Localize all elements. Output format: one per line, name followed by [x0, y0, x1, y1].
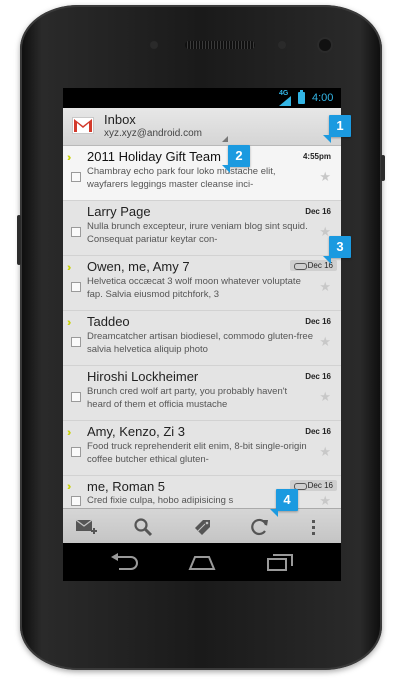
message-date: Dec 16 [305, 317, 331, 326]
message-list: ›› 2011 Holiday Gift Team 4:55pm Chambra… [63, 146, 341, 508]
star-icon[interactable]: ★ [319, 493, 331, 509]
star-icon[interactable]: ★ [319, 169, 331, 185]
message-sender: Owen, me, Amy 7 [87, 259, 190, 274]
account-email[interactable]: xyz.xyz@android.com [104, 128, 202, 139]
star-icon[interactable]: ★ [319, 334, 331, 350]
message-sender: 2011 Holiday Gift Team [87, 149, 221, 164]
battery-icon [298, 90, 305, 104]
message-row[interactable]: ›› me, Roman 5 Dec 16 Cred fixie culpa, … [63, 476, 341, 508]
message-row[interactable]: ›› 2011 Holiday Gift Team 4:55pm Chambra… [63, 146, 341, 201]
home-icon[interactable] [187, 553, 217, 571]
message-row[interactable]: Larry Page Dec 16 Nulla brunch excepteur… [63, 201, 341, 256]
callout-badge: 4 [270, 489, 298, 517]
important-marker-icon: ›› [67, 481, 72, 493]
status-time: 4:00 [312, 92, 334, 104]
select-checkbox[interactable] [71, 227, 81, 237]
message-snippet: Food truck reprehenderit elit enim, 8-bi… [87, 441, 307, 465]
message-sender: Amy, Kenzo, Zi 3 [87, 424, 186, 439]
overflow-menu-icon[interactable] [311, 517, 319, 537]
message-row[interactable]: ›› Owen, me, Amy 7 Dec 16 Helvetica occæ… [63, 256, 341, 311]
page-title[interactable]: Inbox [104, 112, 136, 127]
important-marker-icon: ›› [67, 427, 72, 439]
recent-apps-icon[interactable] [265, 553, 295, 571]
labels-icon[interactable] [192, 517, 214, 537]
callout-badge: 1 [323, 115, 351, 143]
star-icon[interactable]: ★ [319, 279, 331, 295]
message-sender: Larry Page [87, 204, 151, 219]
volume-button [17, 215, 21, 265]
action-bar: Inbox xyz.xyz@android.com [63, 108, 341, 146]
account-dropdown-icon[interactable] [222, 136, 228, 142]
proximity-sensor [150, 41, 158, 49]
message-date: Dec 16 [307, 481, 333, 490]
message-row[interactable]: ›› Taddeo Dec 16 Dreamcatcher artisan bi… [63, 311, 341, 366]
select-checkbox[interactable] [71, 172, 81, 182]
message-sender: me, Roman 5 [87, 479, 166, 494]
important-marker-icon: ›› [67, 317, 72, 329]
compose-icon[interactable] [75, 517, 97, 537]
select-checkbox[interactable] [71, 447, 81, 457]
signal-icon: 4G [279, 90, 291, 106]
gmail-logo-icon[interactable] [72, 117, 94, 134]
callout-badge: 2 [222, 145, 250, 173]
message-row[interactable]: Hiroshi Lockheimer Dec 16 Brunch cred wo… [63, 366, 341, 421]
back-icon[interactable] [109, 553, 139, 571]
front-camera [319, 39, 331, 51]
message-snippet: Dreamcatcher artisan biodiesel, commodo … [87, 331, 313, 355]
screen: 4G 4:00 Inbox xyz.xyz@android.com ›› 201… [63, 88, 341, 543]
power-button [381, 155, 385, 181]
message-date: 4:55pm [302, 152, 331, 161]
refresh-icon[interactable] [249, 517, 271, 537]
earpiece-speaker [185, 41, 255, 49]
callout-badge: 3 [323, 236, 351, 264]
select-checkbox[interactable] [71, 337, 81, 347]
system-nav-bar [63, 543, 341, 581]
message-snippet: Brunch cred wolf art party, you probably… [87, 386, 288, 410]
status-bar: 4G 4:00 [63, 88, 341, 108]
message-snippet: Helvetica occæcat 3 wolf moon whatever v… [87, 276, 301, 300]
search-icon[interactable] [133, 517, 155, 537]
message-row[interactable]: ›› Amy, Kenzo, Zi 3 Dec 16 Food truck re… [63, 421, 341, 476]
select-checkbox[interactable] [71, 282, 81, 292]
message-sender: Taddeo [87, 314, 130, 329]
important-marker-icon: ›› [67, 152, 72, 164]
message-snippet: Cred fixie culpa, hobo adipisicing s [87, 495, 234, 506]
message-snippet: Chambray echo park four loko mustache el… [87, 166, 276, 190]
message-snippet: Nulla brunch excepteur, irure veniam blo… [87, 221, 308, 245]
select-checkbox[interactable] [71, 392, 81, 402]
message-date: Dec 16 [305, 372, 331, 381]
message-sender: Hiroshi Lockheimer [87, 369, 199, 384]
bottom-action-bar [63, 508, 341, 543]
message-date: Dec 16 [305, 207, 331, 216]
important-marker-icon: ›› [67, 262, 72, 274]
star-icon[interactable]: ★ [319, 389, 331, 405]
star-icon[interactable]: ★ [319, 444, 331, 460]
select-checkbox[interactable] [71, 496, 81, 506]
message-date: Dec 16 [305, 427, 331, 436]
paperclip-icon [293, 263, 307, 270]
light-sensor [278, 41, 286, 49]
